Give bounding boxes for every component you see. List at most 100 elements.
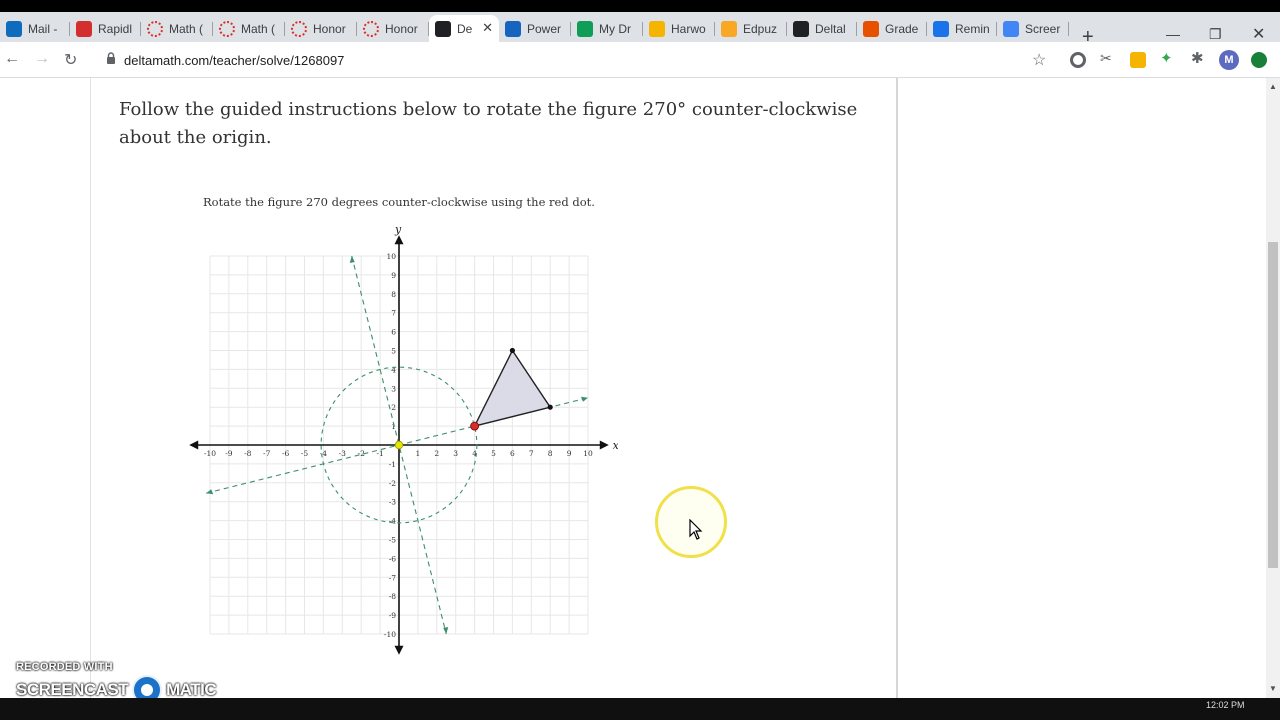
mouse-cursor-icon bbox=[689, 519, 703, 540]
browser-tab[interactable]: De ✕ bbox=[429, 15, 499, 42]
tab-label: Deltal bbox=[815, 21, 846, 36]
y-tick-label: 6 bbox=[391, 328, 396, 337]
address-bar[interactable]: deltamath.com/teacher/solve/1268097 ☆ bbox=[96, 46, 1056, 74]
powerschool-icon bbox=[505, 20, 521, 37]
y-tick-label: -6 bbox=[389, 554, 397, 563]
tab-label: Math ( bbox=[241, 21, 276, 36]
loading-icon bbox=[147, 20, 163, 37]
browser-tab[interactable]: Grade bbox=[857, 15, 927, 42]
browser-tab[interactable]: Honor bbox=[285, 15, 357, 42]
graph-axes: xy bbox=[189, 223, 618, 655]
extension-note-icon[interactable] bbox=[1130, 52, 1146, 68]
x-tick-label: -5 bbox=[301, 449, 309, 458]
browser-tab[interactable]: Deltal bbox=[787, 15, 857, 42]
browser-tab[interactable]: Math ( bbox=[213, 15, 285, 42]
tab-label: Honor bbox=[313, 21, 346, 36]
tab-label: De bbox=[457, 21, 473, 36]
perpendicular-arrow-bottom bbox=[443, 627, 449, 634]
reload-button[interactable]: ↻ bbox=[64, 50, 77, 70]
browser-tab[interactable]: Rapidl bbox=[70, 15, 141, 42]
browser-tab[interactable]: Honor bbox=[357, 15, 429, 42]
url-text: deltamath.com/teacher/solve/1268097 bbox=[124, 53, 345, 68]
tab-label: Power bbox=[527, 21, 562, 36]
browser-tab[interactable]: Mail - bbox=[0, 15, 70, 42]
x-tick-label: -7 bbox=[263, 449, 271, 458]
y-tick-label: -9 bbox=[389, 611, 397, 620]
scroll-up-icon[interactable]: ▲ bbox=[1269, 82, 1277, 91]
y-tick-label: 3 bbox=[391, 384, 396, 393]
outlook-icon bbox=[6, 20, 22, 37]
x-tick-label: 1 bbox=[416, 449, 421, 458]
x-tick-label: 5 bbox=[491, 449, 496, 458]
rapidlearn-icon bbox=[76, 20, 92, 37]
browser-tab[interactable]: My Dr bbox=[571, 15, 643, 42]
tab-separator bbox=[1068, 22, 1069, 36]
browser-tab[interactable]: Screer bbox=[997, 15, 1069, 42]
x-tick-label: 3 bbox=[453, 449, 458, 458]
x-tick-label: -8 bbox=[244, 449, 252, 458]
screen-top-strip bbox=[0, 0, 1280, 12]
minimize-button[interactable]: — bbox=[1166, 26, 1180, 42]
y-tick-label: -7 bbox=[389, 573, 397, 582]
extensions-puzzle-icon[interactable]: ✱ bbox=[1191, 49, 1207, 67]
x-tick-label: -9 bbox=[225, 449, 233, 458]
perpendicular-arrow-top bbox=[349, 256, 355, 263]
extension-circle-icon[interactable] bbox=[1070, 52, 1086, 68]
back-button[interactable]: ← bbox=[4, 50, 20, 68]
tab-bar: + — ❐ ✕ Mail - Rapidl Math (Math (Honor Hon… bbox=[0, 12, 1280, 47]
loading-icon bbox=[291, 20, 307, 37]
browser-tab[interactable]: Math ( bbox=[141, 15, 213, 42]
remind-icon bbox=[933, 20, 949, 37]
browser-tab[interactable]: Remin bbox=[927, 15, 997, 42]
profile-avatar[interactable]: M bbox=[1219, 50, 1239, 70]
tab-close-icon[interactable]: ✕ bbox=[482, 20, 493, 36]
x-tick-label: -4 bbox=[320, 449, 328, 458]
page-scrollbar[interactable]: ▲ ▼ bbox=[1266, 78, 1280, 698]
y-tick-label: -5 bbox=[389, 536, 397, 545]
tab-label: Honor bbox=[385, 21, 418, 36]
tab-label: Rapidl bbox=[98, 21, 133, 36]
tab-label: Mail - bbox=[28, 21, 58, 36]
x-tick-label: -6 bbox=[282, 449, 290, 458]
bookmark-star-icon[interactable]: ☆ bbox=[1032, 50, 1046, 70]
browser-tab[interactable]: Power bbox=[499, 15, 571, 42]
close-window-button[interactable]: ✕ bbox=[1252, 24, 1265, 44]
browser-toolbar: ← → ↻ deltamath.com/teacher/solve/126809… bbox=[0, 42, 1280, 78]
red-rotation-dot bbox=[470, 421, 480, 431]
update-icon[interactable] bbox=[1251, 52, 1267, 68]
x-axis-left-arrow bbox=[189, 440, 199, 450]
y-tick-label: 5 bbox=[391, 347, 396, 356]
scroll-down-icon[interactable]: ▼ bbox=[1269, 684, 1277, 693]
browser-tab[interactable]: Harwo bbox=[643, 15, 715, 42]
tab-label: Math ( bbox=[169, 21, 204, 36]
triangle-figure[interactable] bbox=[394, 347, 553, 450]
scrollbar-thumb[interactable] bbox=[1268, 242, 1278, 568]
browser-tab[interactable]: Edpuz bbox=[715, 15, 787, 42]
extension-star-icon[interactable]: ✦ bbox=[1160, 49, 1176, 67]
x-tick-label: -3 bbox=[339, 449, 347, 458]
loading-icon bbox=[363, 20, 379, 37]
triangle-vertex bbox=[509, 347, 515, 354]
x-tick-label: 10 bbox=[583, 449, 593, 458]
radius-line-arrow-right bbox=[581, 396, 588, 402]
restore-button[interactable]: ❐ bbox=[1209, 26, 1222, 43]
y-tick-label: -4 bbox=[389, 517, 397, 526]
forward-button[interactable]: → bbox=[34, 50, 50, 68]
x-tick-label: -10 bbox=[204, 449, 216, 458]
tab-label: Screer bbox=[1025, 21, 1061, 36]
drive-icon bbox=[577, 20, 593, 37]
extension-scissors-icon[interactable]: ✂ bbox=[1100, 50, 1116, 66]
x-tick-label: 7 bbox=[529, 449, 534, 458]
x-tick-label: -1 bbox=[376, 449, 383, 458]
deltamath-icon bbox=[793, 20, 809, 37]
y-tick-label: 10 bbox=[386, 252, 396, 261]
y-tick-label: 2 bbox=[391, 403, 396, 412]
problem-instructions: Follow the guided instructions below to … bbox=[119, 99, 858, 148]
coordinate-graph[interactable]: xy -10-9-8-7-6-5-4-3-2-11234567891010987… bbox=[186, 222, 618, 656]
y-axis-label: y bbox=[394, 223, 402, 236]
x-tick-label: 9 bbox=[567, 449, 572, 458]
lock-icon bbox=[107, 52, 115, 64]
y-tick-label: 9 bbox=[391, 271, 396, 280]
y-tick-label: 8 bbox=[391, 290, 396, 299]
brand-right: MATIC bbox=[166, 680, 217, 699]
